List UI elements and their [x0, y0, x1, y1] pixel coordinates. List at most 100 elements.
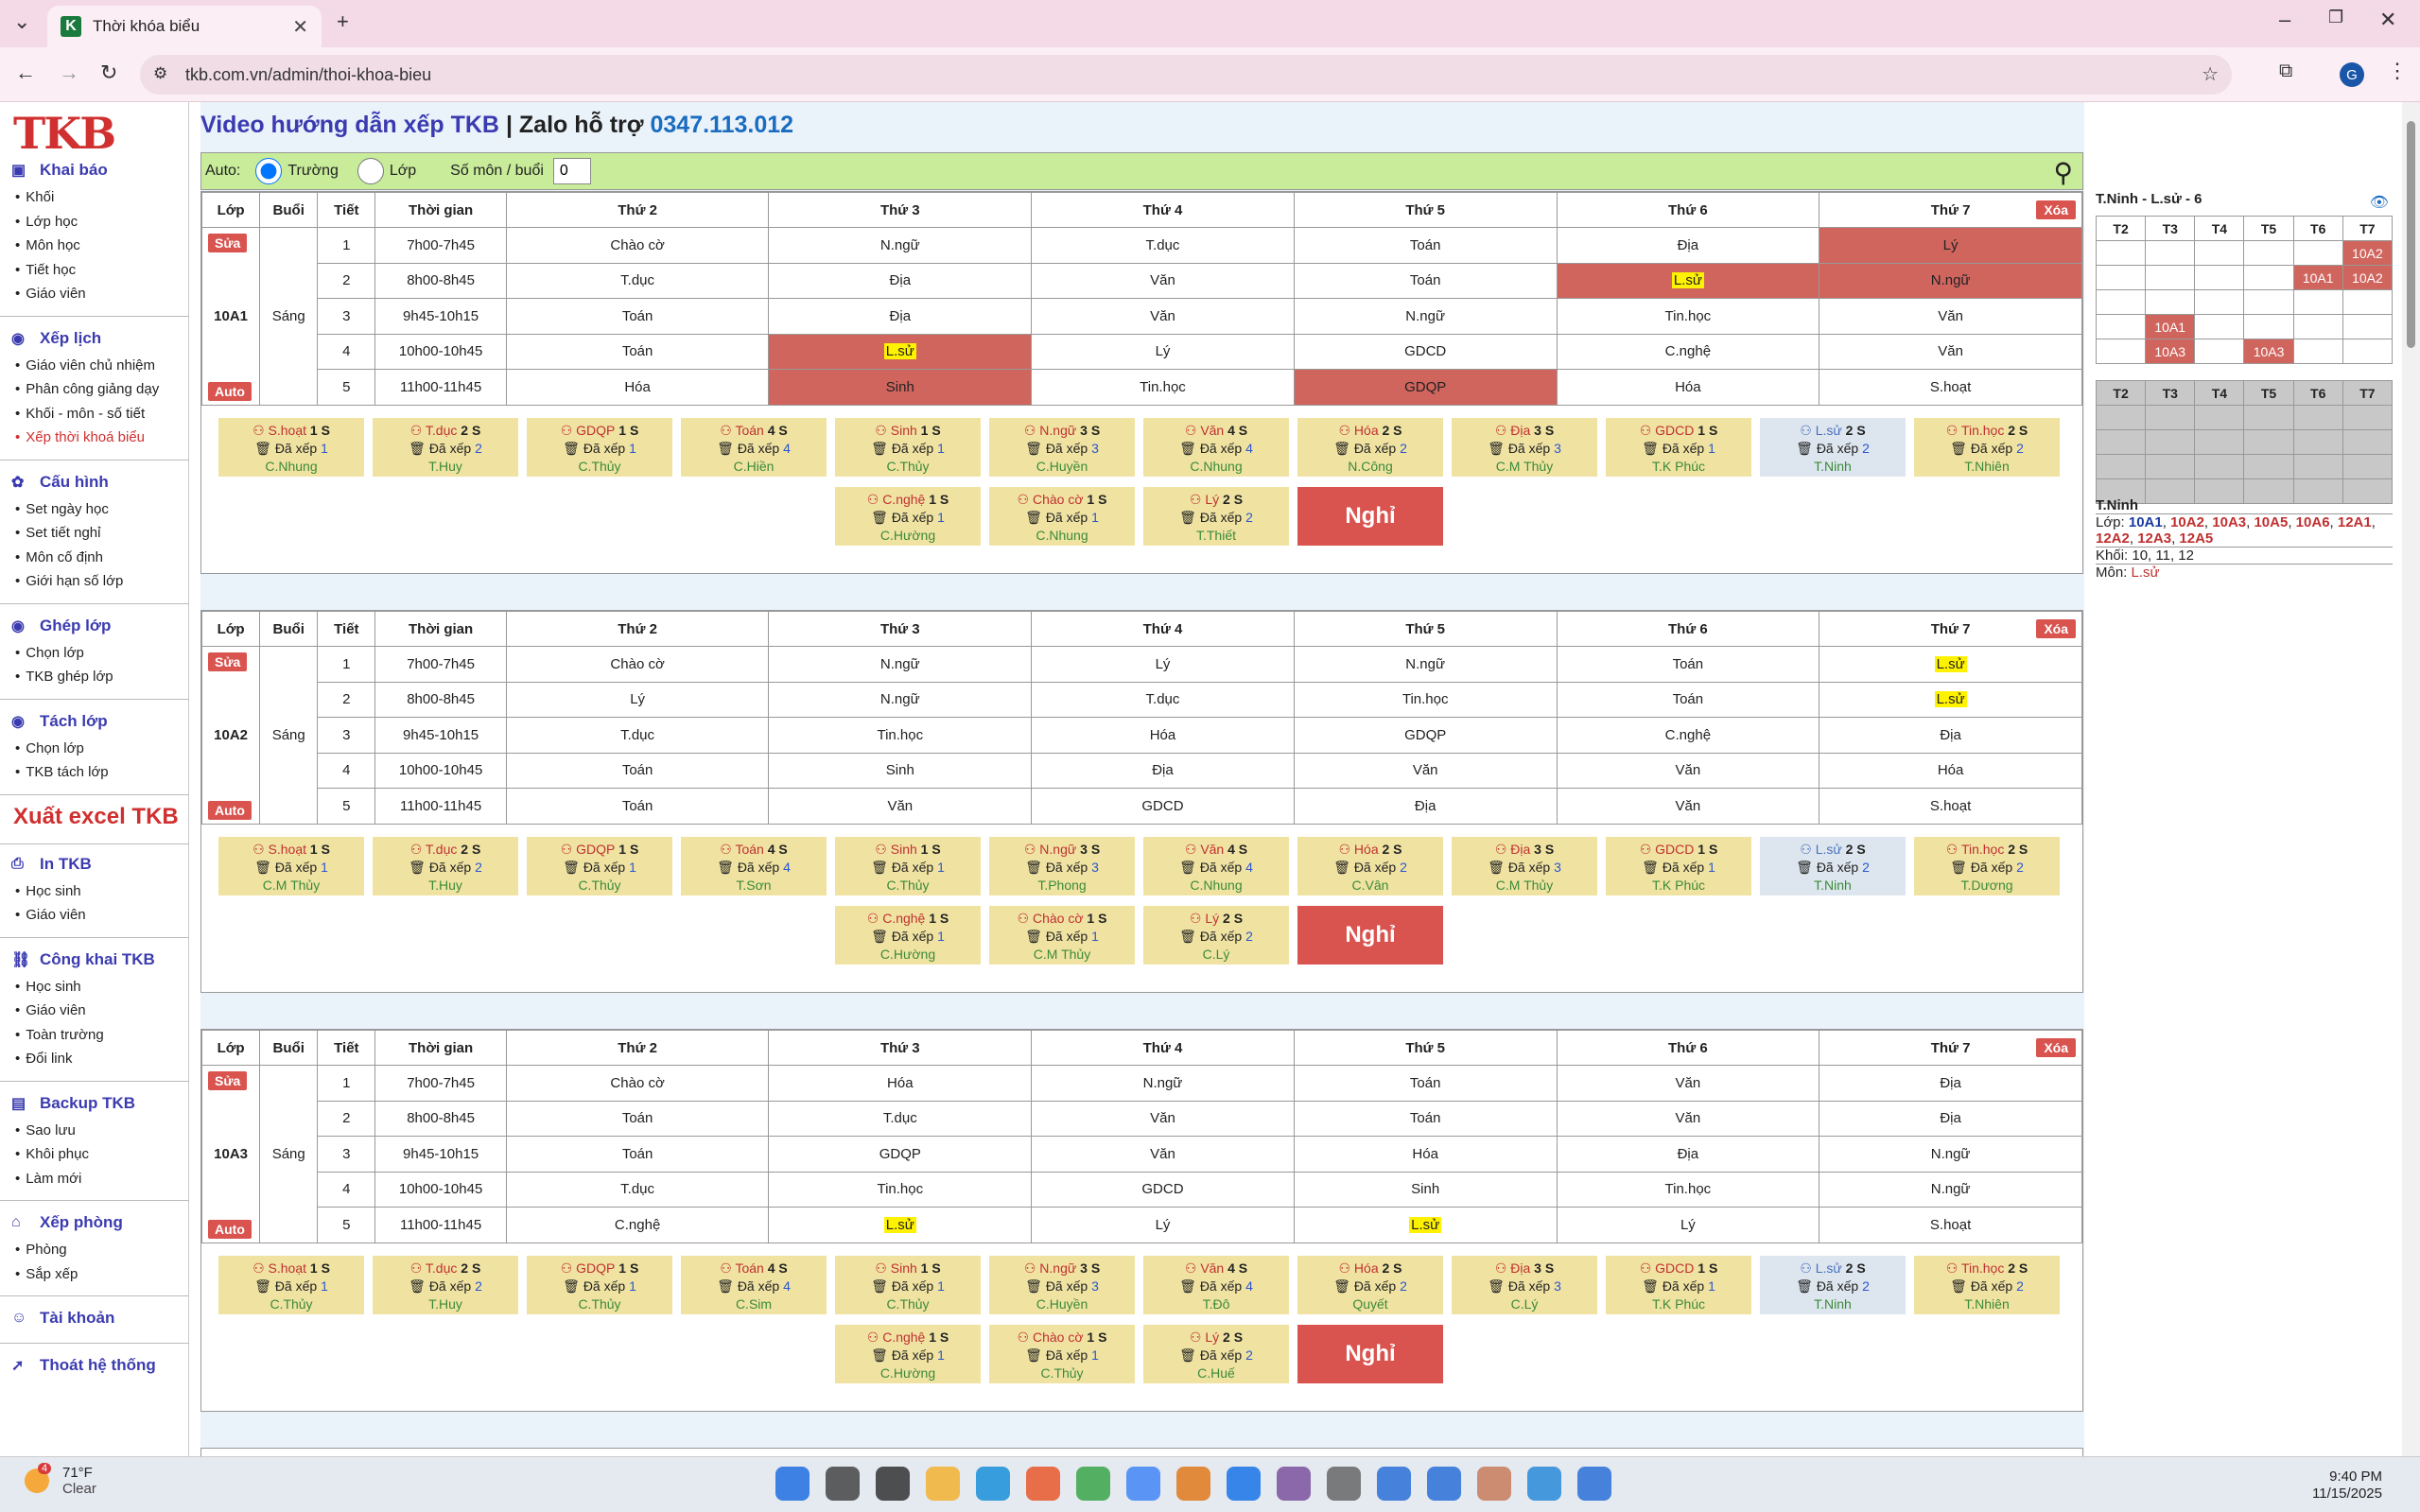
trash-icon[interactable]: 🗑: [1025, 929, 1046, 944]
trash-icon[interactable]: 🗑: [409, 860, 429, 875]
schedule-cell[interactable]: Địa: [768, 262, 1033, 299]
schedule-cell[interactable]: Địa: [1293, 788, 1558, 825]
schedule-cell[interactable]: Hóa: [505, 369, 770, 406]
delete-button[interactable]: Xóa: [2036, 619, 2076, 638]
sidebar-section-4[interactable]: ◉ Tách lớp: [11, 712, 108, 731]
subject-card[interactable]: ⚇ Hóa 2 S 🗑 Đã xếp 2 Quyết: [1297, 1256, 1443, 1314]
schedule-cell[interactable]: Sinh: [1293, 1171, 1558, 1208]
subject-card[interactable]: ⚇ Địa 3 S 🗑 Đã xếp 3 C.M Thủy: [1452, 418, 1597, 477]
minimize-icon[interactable]: –: [2279, 8, 2290, 32]
schedule-cell[interactable]: Toán: [1293, 1100, 1558, 1137]
trash-icon[interactable]: 🗑: [409, 441, 429, 456]
subject-card[interactable]: ⚇ C.nghệ 1 S 🗑 Đã xếp 1 C.Hường: [835, 487, 981, 546]
sidebar-item[interactable]: Khối - môn - số tiết: [15, 406, 145, 422]
sidebar-section-3[interactable]: ◉ Ghép lớp: [11, 617, 111, 635]
schedule-cell[interactable]: GDQP: [1293, 717, 1558, 754]
mini-cell[interactable]: 10A2: [2342, 265, 2394, 290]
subject-card[interactable]: ⚇ S.hoạt 1 S 🗑 Đã xếp 1 C.M Thủy: [218, 837, 364, 895]
chrome-icon[interactable]: [1126, 1467, 1160, 1501]
schedule-cell[interactable]: Địa: [1556, 227, 1820, 264]
schedule-cell[interactable]: Toán: [505, 1100, 770, 1137]
schedule-cell[interactable]: Văn: [1293, 752, 1558, 789]
subject-card[interactable]: ⚇ Địa 3 S 🗑 Đã xếp 3 C.Lý: [1452, 1256, 1597, 1314]
sidebar-section-6[interactable]: ⛓ Công khai TKB: [11, 950, 155, 969]
schedule-cell[interactable]: Toán: [1293, 262, 1558, 299]
sidebar-section-8[interactable]: ⌂ Xếp phòng: [11, 1213, 123, 1232]
viber-icon[interactable]: [1277, 1467, 1311, 1501]
trash-icon[interactable]: 🗑: [871, 1278, 892, 1294]
subject-card[interactable]: ⚇ Chào cờ 1 S 🗑 Đã xếp 1 C.Thủy: [989, 1325, 1135, 1383]
schedule-cell[interactable]: N.ngữ: [1031, 1065, 1295, 1102]
trash-icon[interactable]: 🗑: [254, 441, 275, 456]
forward-icon[interactable]: →: [59, 61, 79, 85]
search-icon[interactable]: ⚲: [2053, 157, 2073, 188]
sidebar-item[interactable]: Đổi link: [15, 1051, 72, 1067]
schedule-cell[interactable]: Tin.học: [768, 1171, 1033, 1208]
edge-icon[interactable]: [976, 1467, 1010, 1501]
subject-card[interactable]: ⚇ T.dục 2 S 🗑 Đã xếp 2 T.Huy: [373, 837, 518, 895]
sidebar-item[interactable]: Giáo viên: [15, 286, 85, 302]
schedule-cell[interactable]: Hóa: [1556, 369, 1820, 406]
profile-avatar[interactable]: G: [2340, 62, 2364, 87]
auto-button[interactable]: Auto: [208, 800, 252, 820]
trash-icon[interactable]: 🗑: [1642, 441, 1663, 456]
schedule-cell[interactable]: Lý: [1031, 646, 1295, 683]
file-explorer-icon[interactable]: [926, 1467, 960, 1501]
schedule-cell[interactable]: Văn: [1556, 788, 1820, 825]
schedule-cell[interactable]: S.hoạt: [1819, 788, 2082, 825]
subject-card[interactable]: ⚇ C.nghệ 1 S 🗑 Đã xếp 1 C.Hường: [835, 1325, 981, 1383]
reload-icon[interactable]: ↻: [100, 61, 117, 85]
sidebar-item[interactable]: Môn cố định: [15, 549, 103, 565]
subject-card[interactable]: ⚇ Chào cờ 1 S 🗑 Đã xếp 1 C.M Thủy: [989, 906, 1135, 965]
schedule-cell[interactable]: Địa: [1819, 1065, 2082, 1102]
subject-card[interactable]: ⚇ GDQP 1 S 🗑 Đã xếp 1 C.Thủy: [527, 418, 672, 477]
trash-icon[interactable]: 🗑: [254, 1278, 275, 1294]
trash-icon[interactable]: 🗑: [1796, 1278, 1817, 1294]
sidebar-section-5[interactable]: ⎙ In TKB: [11, 855, 92, 874]
schedule-cell[interactable]: Toán: [1293, 1065, 1558, 1102]
browser-tab[interactable]: K Thời khóa biểu ✕: [47, 6, 322, 47]
eye-icon[interactable]: 👁: [2370, 193, 2389, 212]
trash-icon[interactable]: 🗑: [1950, 860, 1971, 875]
class-link[interactable]: 10A5: [2254, 514, 2288, 530]
subject-card[interactable]: ⚇ Toán 4 S 🗑 Đã xếp 4 C.Hiền: [681, 418, 827, 477]
schedule-cell[interactable]: Văn: [1031, 1136, 1295, 1173]
schedule-cell[interactable]: N.ngữ: [1819, 1171, 2082, 1208]
mini-cell[interactable]: 10A3: [2243, 339, 2294, 364]
auto-button[interactable]: Auto: [208, 1219, 252, 1239]
task-view-icon[interactable]: [876, 1467, 910, 1501]
schedule-cell[interactable]: Văn: [1031, 1100, 1295, 1137]
subject-card[interactable]: ⚇ Tin.học 2 S 🗑 Đã xếp 2 T.Nhiên: [1914, 1256, 2060, 1314]
schedule-cell[interactable]: Văn: [768, 788, 1033, 825]
schedule-cell[interactable]: S.hoạt: [1819, 1207, 2082, 1243]
subject-card[interactable]: ⚇ N.ngữ 3 S 🗑 Đã xếp 3 T.Phong: [989, 837, 1135, 895]
subject-card[interactable]: ⚇ GDQP 1 S 🗑 Đã xếp 1 C.Thủy: [527, 1256, 672, 1314]
trash-icon[interactable]: 🗑: [1333, 860, 1354, 875]
schedule-cell[interactable]: Toán: [1556, 681, 1820, 718]
sidebar-section-1[interactable]: ◉ Xếp lịch: [11, 329, 101, 348]
subject-card[interactable]: ⚇ L.sử 2 S 🗑 Đã xếp 2 T.Ninh: [1760, 837, 1906, 895]
trash-icon[interactable]: 🗑: [1179, 441, 1200, 456]
schedule-cell[interactable]: GDQP: [1293, 369, 1558, 406]
gamepad-icon[interactable]: [1327, 1467, 1361, 1501]
schedule-cell[interactable]: Địa: [1819, 1100, 2082, 1137]
schedule-cell[interactable]: N.ngữ: [768, 681, 1033, 718]
radio-lop[interactable]: [351, 158, 390, 184]
weather-widget[interactable]: 4 71°F Clear: [25, 1463, 96, 1497]
schedule-cell[interactable]: Văn: [1031, 298, 1295, 335]
schedule-cell[interactable]: Lý: [1031, 333, 1295, 370]
schedule-cell[interactable]: Tin.học: [1031, 369, 1295, 406]
schedule-cell[interactable]: N.ngữ: [1293, 298, 1558, 335]
trash-icon[interactable]: 🗑: [1025, 441, 1046, 456]
sidebar-item[interactable]: Giáo viên: [15, 1002, 85, 1018]
sidebar-section-9[interactable]: ☺ Tài khoản: [11, 1309, 114, 1328]
tool-icon[interactable]: [1477, 1467, 1511, 1501]
start-icon[interactable]: [775, 1467, 810, 1501]
subject-card[interactable]: ⚇ Địa 3 S 🗑 Đã xếp 3 C.M Thủy: [1452, 837, 1597, 895]
sidebar-item[interactable]: Phân công giảng dạy: [15, 381, 159, 397]
schedule-cell[interactable]: Lý: [1556, 1207, 1820, 1243]
edit-button[interactable]: Sửa: [208, 1071, 248, 1090]
schedule-cell[interactable]: Toán: [1293, 227, 1558, 264]
subject-card[interactable]: ⚇ Lý 2 S 🗑 Đã xếp 2 T.Thiết: [1143, 487, 1289, 546]
new-tab-icon[interactable]: +: [337, 9, 349, 34]
